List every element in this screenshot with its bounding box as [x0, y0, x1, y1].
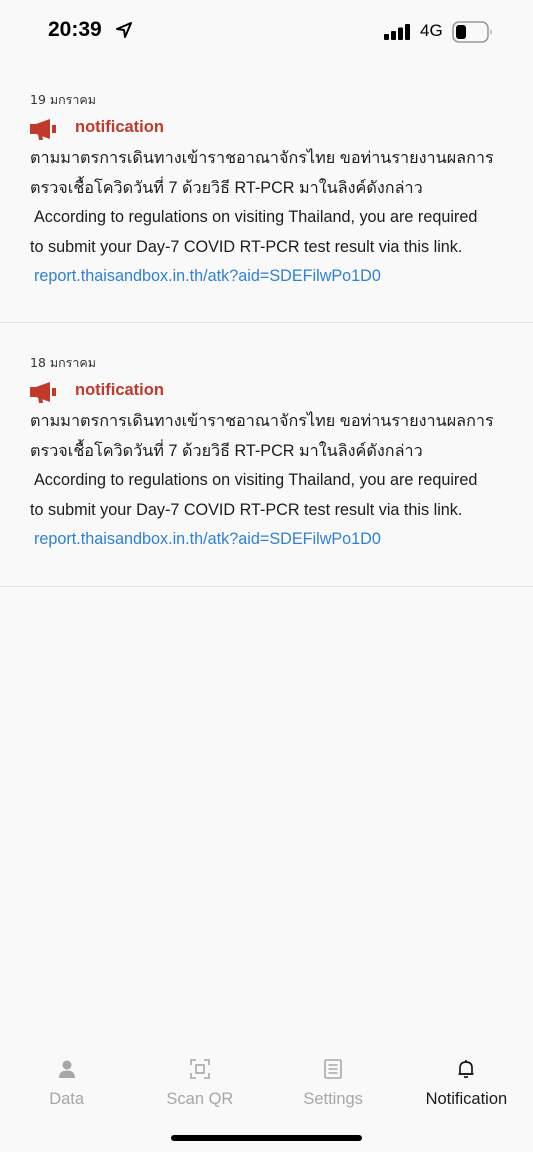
thai-message-line-1: ตามมาตรการเดินทางเข้าราชอาณาจักรไทย ขอท่… — [30, 412, 494, 430]
notification-item[interactable]: 19 มกราคม notification ตามมาตรการเดินทาง… — [0, 60, 533, 323]
report-link[interactable]: report.thaisandbox.in.th/atk?aid=SDEFilw… — [30, 525, 503, 555]
english-message-line-2: to submit your Day-7 COVID RT-PCR test r… — [30, 237, 463, 256]
english-message-line-1: According to regulations on visiting Tha… — [34, 208, 478, 226]
thai-message-line-2: ตรวจเชื้อโควิดวันที่ 7 ด้วยวิธี RT-PCR ม… — [30, 178, 423, 197]
home-indicator — [171, 1135, 362, 1141]
notification-body: ตามมาตรการเดินทางเข้าราชอาณาจักรไทย ขอท่… — [30, 407, 503, 525]
list-icon — [324, 1059, 342, 1079]
tab-label: Settings — [303, 1090, 363, 1108]
notification-date: 18 มกราคม — [30, 355, 97, 370]
tab-label: Notification — [425, 1090, 508, 1108]
qr-scan-icon — [190, 1059, 210, 1079]
notification-date: 19 มกราคม — [30, 92, 97, 107]
tab-scan-qr[interactable]: Scan QR — [133, 1050, 266, 1120]
network-label: 4G — [420, 21, 443, 40]
megaphone-icon — [30, 382, 56, 403]
signal-bars-icon — [384, 24, 410, 40]
notification-header: notification — [30, 377, 503, 403]
person-icon — [58, 1060, 75, 1078]
megaphone-icon — [30, 119, 56, 140]
notification-header: notification — [30, 114, 503, 140]
english-message-line-2: to submit your Day-7 COVID RT-PCR test r… — [30, 500, 463, 519]
tab-label: Scan QR — [166, 1090, 234, 1108]
tab-bar: Data Scan QR Settings Notification — [0, 1050, 533, 1120]
tab-data[interactable]: Data — [0, 1050, 133, 1120]
status-time: 20:39 — [48, 18, 102, 41]
tab-notification[interactable]: Notification — [400, 1050, 533, 1120]
notification-item[interactable]: 18 มกราคม notification ตามมาตรการเดินทาง… — [0, 323, 533, 587]
tab-settings[interactable]: Settings — [267, 1050, 400, 1120]
thai-message-line-2: ตรวจเชื้อโควิดวันที่ 7 ด้วยวิธี RT-PCR ม… — [30, 441, 423, 460]
status-bar: 20:39 4G — [0, 0, 533, 64]
notification-feed: 19 มกราคม notification ตามมาตรการเดินทาง… — [0, 60, 533, 587]
battery-icon — [452, 21, 492, 43]
report-link[interactable]: report.thaisandbox.in.th/atk?aid=SDEFilw… — [30, 262, 503, 292]
location-arrow-icon — [116, 22, 132, 38]
notification-body: ตามมาตรการเดินทางเข้าราชอาณาจักรไทย ขอท่… — [30, 144, 503, 262]
notification-title: notification — [75, 380, 164, 399]
tab-label: Data — [49, 1090, 85, 1108]
notification-title: notification — [75, 117, 164, 136]
english-message-line-1: According to regulations on visiting Tha… — [34, 471, 478, 489]
thai-message-line-1: ตามมาตรการเดินทางเข้าราชอาณาจักรไทย ขอท่… — [30, 149, 494, 167]
bell-icon — [458, 1060, 474, 1078]
